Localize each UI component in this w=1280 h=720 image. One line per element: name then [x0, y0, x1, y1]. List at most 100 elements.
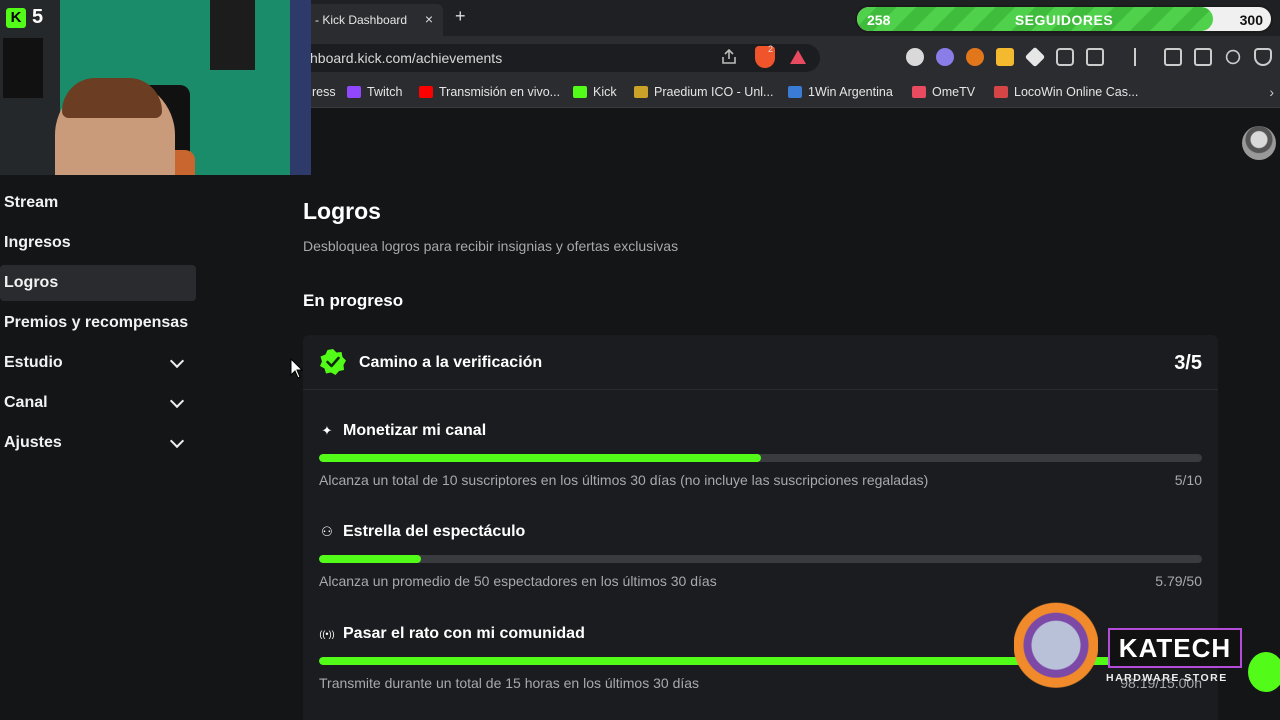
kick-logo-icon: K [6, 7, 26, 28]
achievement-title: Estrella del espectáculo [343, 523, 526, 540]
achievement-value: 5/10 [1174, 472, 1202, 488]
bookmark-ometv[interactable]: OmeTV [912, 85, 975, 99]
brave-shields-badge: 2 [768, 44, 774, 54]
bookmark-locowin[interactable]: LocoWin Online Cas... [994, 85, 1138, 99]
achievement-title: Pasar el rato con mi comunidad [343, 625, 585, 642]
verified-badge-icon [320, 349, 346, 375]
extension-icon[interactable] [906, 48, 924, 66]
streamer-hair [62, 78, 162, 118]
chevron-down-icon[interactable] [169, 353, 185, 369]
ometv-icon [912, 86, 926, 98]
bookmark-label: OmeTV [932, 85, 976, 99]
wallet-icon[interactable] [1194, 48, 1212, 66]
viewer-count-badge: K 5 [6, 6, 43, 29]
achievement-description: Alcanza un total de 10 suscriptores en l… [319, 472, 929, 488]
sidebar-item-label: Logros [4, 274, 59, 291]
tab-title: - Kick Dashboard [315, 13, 408, 27]
sidebar-item-estudio[interactable]: Estudio [0, 345, 200, 381]
sidebar-item-label: Estudio [4, 354, 63, 371]
music-note-icon[interactable] [1134, 48, 1152, 66]
dashboard-sidebar: Stream Ingresos Logros Premios y recompe… [0, 185, 200, 465]
bookmark-item[interactable]: ress [312, 85, 336, 99]
locowin-icon [994, 86, 1008, 98]
page-subtitle: Desbloquea logros para recibir insignias… [303, 238, 679, 254]
bookmark-1win[interactable]: 1Win Argentina [788, 85, 893, 99]
achievement-progress-track [319, 555, 1202, 563]
extension-ghost-icon[interactable] [936, 48, 954, 66]
metamask-icon[interactable] [966, 48, 984, 66]
wall-poster [210, 0, 255, 70]
webcam-overlay: K 5 [0, 0, 311, 175]
sparkle-icon: ✦ [321, 423, 333, 438]
bookmark-praedium[interactable]: Praedium ICO - Unl... [634, 85, 773, 99]
youtube-icon [419, 86, 433, 98]
sidebar-item-stream[interactable]: Stream [0, 185, 200, 221]
achievement-title: Monetizar mi canal [343, 422, 487, 439]
section-title: En progreso [303, 291, 404, 310]
user-avatar[interactable] [1242, 126, 1276, 160]
browser-tab[interactable]: - Kick Dashboard × [305, 4, 443, 36]
screen: - Kick Dashboard × + hboard.kick.com/ach… [0, 0, 1280, 720]
sidebar-item-label: Canal [4, 394, 48, 411]
sidebar-toggle-icon[interactable] [1164, 48, 1182, 66]
sidebar-item-ajustes[interactable]: Ajustes [0, 425, 200, 461]
achievement-description: Transmite durante un total de 15 horas e… [319, 675, 700, 691]
achievement-value: 5.79/50 [1155, 573, 1202, 589]
wolf-mascot-logo [1014, 602, 1098, 698]
sidebar-item-logros[interactable]: Logros [0, 265, 196, 301]
headset-icon [1248, 652, 1280, 692]
sidebar-item-label: Ajustes [4, 434, 62, 451]
sponsor-overlay: KATECH HARDWARE STORE [1010, 600, 1280, 720]
twitch-icon [347, 86, 361, 98]
follower-goal-bar: 258 SEGUIDORES 300 [855, 5, 1273, 33]
sponsor-brand: KATECH [1108, 628, 1242, 668]
sidebar-item-ingresos[interactable]: Ingresos [0, 225, 200, 261]
tab-close-icon[interactable]: × [425, 11, 433, 27]
bookmark-label: Kick [593, 85, 617, 99]
binance-wallet-icon[interactable] [996, 48, 1014, 66]
sidebar-item-canal[interactable]: Canal [0, 385, 200, 421]
wall-poster [3, 38, 43, 98]
achievement-progress-track [319, 454, 1202, 462]
sidebar-item-label: Stream [4, 194, 59, 211]
bookmark-label: Praedium ICO - Unl... [654, 85, 774, 99]
achievement-description: Alcanza un promedio de 50 espectadores e… [319, 573, 717, 589]
achievement-card-count: 3/5 [1174, 352, 1202, 374]
sidebar-item-premios[interactable]: Premios y recompensas [0, 305, 200, 341]
new-tab-button[interactable]: + [455, 6, 466, 27]
achievement-card-header[interactable]: Camino a la verificación 3/5 [303, 335, 1218, 390]
bookmark-label: 1Win Argentina [808, 85, 893, 99]
achievement-progress-fill [319, 555, 422, 563]
sidebar-item-label: Premios y recompensas [4, 314, 189, 331]
people-icon: ⚇ [321, 524, 333, 539]
brave-rewards-icon[interactable] [790, 50, 806, 64]
extensions-puzzle-icon[interactable] [1056, 48, 1074, 66]
viewer-count: 5 [32, 6, 44, 28]
bookmark-kick[interactable]: Kick [573, 85, 617, 99]
bookmarks-more-icon[interactable]: › [1269, 84, 1274, 100]
sponsor-tagline: HARDWARE STORE [1106, 672, 1228, 684]
screenshot-icon[interactable] [1086, 48, 1104, 66]
achievement-progress-fill [319, 454, 761, 462]
broadcast-icon: ((•)) [319, 629, 335, 639]
achievement-card-title: Camino a la verificación [359, 354, 543, 371]
bookmark-label: LocoWin Online Cas... [1014, 85, 1139, 99]
page-title: Logros [303, 198, 381, 224]
1win-icon [788, 86, 802, 98]
sidebar-item-label: Ingresos [4, 234, 71, 251]
bookmark-label: Transmisión en vivo... [439, 85, 561, 99]
bookmark-label: ress [312, 85, 336, 99]
chevron-down-icon[interactable] [169, 393, 185, 409]
mouse-cursor-icon [290, 358, 304, 379]
praedium-icon [634, 86, 648, 98]
kick-icon [573, 86, 587, 98]
follower-goal-target: 300 [1239, 12, 1263, 28]
chevron-down-icon[interactable] [169, 433, 185, 449]
bookmark-twitch[interactable]: Twitch [347, 85, 402, 99]
bookmark-youtube[interactable]: Transmisión en vivo... [419, 85, 560, 99]
share-icon[interactable] [720, 48, 738, 66]
url-text[interactable]: hboard.kick.com/achievements [310, 50, 502, 66]
follower-goal-label: SEGUIDORES [1014, 12, 1114, 28]
bookmark-label: Twitch [367, 85, 403, 99]
vpn-shield-icon[interactable] [1254, 48, 1272, 66]
